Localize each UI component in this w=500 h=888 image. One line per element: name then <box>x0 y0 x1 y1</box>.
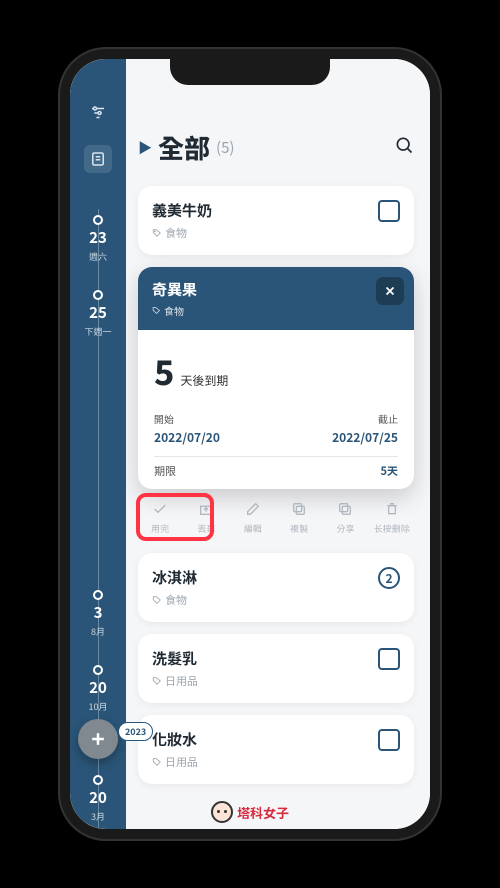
timeline-mark[interactable]: 23週六 <box>70 219 126 263</box>
duration-label: 期限 <box>154 463 176 479</box>
action-done[interactable]: 用完 <box>140 499 180 535</box>
item-title: 義美牛奶 <box>152 200 378 221</box>
collapse-icon[interactable]: ▶ <box>138 138 152 158</box>
watermark-avatar <box>211 801 233 823</box>
item-tag: 食物 <box>152 592 378 608</box>
item-tag: 食物 <box>152 225 378 241</box>
item-count: (5) <box>216 137 234 158</box>
checkbox[interactable] <box>378 729 400 751</box>
page-title: 全部 <box>158 129 210 166</box>
add-button[interactable] <box>78 719 118 759</box>
action-row: 用完 丟棄 編輯 複製 分享 <box>140 499 412 535</box>
tag-icon <box>152 306 161 315</box>
expanded-tag: 食物 <box>152 303 400 318</box>
sidebar: 23週六 25下週一 38月 2010月 203月 <box>70 59 126 829</box>
start-date: 2022/07/20 <box>154 429 220 446</box>
count-badge: 2 <box>378 567 400 589</box>
timeline-mark[interactable]: 25下週一 <box>70 294 126 338</box>
item-tag: 日用品 <box>152 754 378 770</box>
list-item[interactable]: 冰淇淋 食物 2 <box>138 553 414 622</box>
item-title: 洗髮乳 <box>152 648 378 669</box>
expanded-item: 奇異果 食物 5 天後到期 開始 截止 <box>138 267 414 489</box>
item-tag: 日用品 <box>152 673 378 689</box>
check-icon <box>140 499 180 519</box>
action-delete[interactable]: 长按删除 <box>372 499 412 535</box>
action-discard[interactable]: 丟棄 <box>186 499 226 535</box>
list-icon[interactable] <box>84 145 112 173</box>
expanded-title: 奇異果 <box>152 279 400 300</box>
action-copy[interactable]: 複製 <box>279 499 319 535</box>
search-icon[interactable] <box>394 135 414 160</box>
start-label: 開始 <box>154 411 174 426</box>
timeline-mark[interactable]: 2010月 <box>70 669 126 713</box>
action-edit[interactable]: 編輯 <box>233 499 273 535</box>
timeline-mark[interactable]: 38月 <box>70 594 126 638</box>
tag-icon <box>152 595 162 605</box>
year-divider: 2023 <box>118 722 153 741</box>
header: ▶ 全部 (5) <box>138 129 414 166</box>
share-icon <box>325 499 365 519</box>
tag-icon <box>152 676 162 686</box>
main-content: ▶ 全部 (5) 義美牛奶 食物 <box>126 59 430 829</box>
end-date: 2022/07/25 <box>332 429 398 446</box>
item-title: 冰淇淋 <box>152 567 378 588</box>
expanded-header: 奇異果 食物 <box>138 267 414 330</box>
close-button[interactable] <box>376 277 404 305</box>
archive-icon <box>186 499 226 519</box>
duration-value: 5天 <box>381 463 399 479</box>
filter-icon[interactable] <box>84 99 112 127</box>
item-title: 化妝水 <box>152 729 378 750</box>
tag-icon <box>152 757 162 767</box>
watermark: 塔科女子 <box>205 799 295 825</box>
list-item[interactable]: 洗髮乳 日用品 <box>138 634 414 703</box>
end-label: 截止 <box>378 411 398 426</box>
close-icon <box>383 284 397 298</box>
trash-icon <box>372 499 412 519</box>
copy-icon <box>279 499 319 519</box>
timeline-mark[interactable]: 203月 <box>70 779 126 823</box>
tag-icon <box>152 228 162 238</box>
checkbox[interactable] <box>378 200 400 222</box>
edit-icon <box>233 499 273 519</box>
action-share[interactable]: 分享 <box>325 499 365 535</box>
expire-display: 5 天後到期 <box>154 342 398 395</box>
list-item[interactable]: 化妝水 日用品 <box>138 715 414 784</box>
list-item[interactable]: 義美牛奶 食物 <box>138 186 414 255</box>
checkbox[interactable] <box>378 648 400 670</box>
watermark-text: 塔科女子 <box>237 803 289 822</box>
